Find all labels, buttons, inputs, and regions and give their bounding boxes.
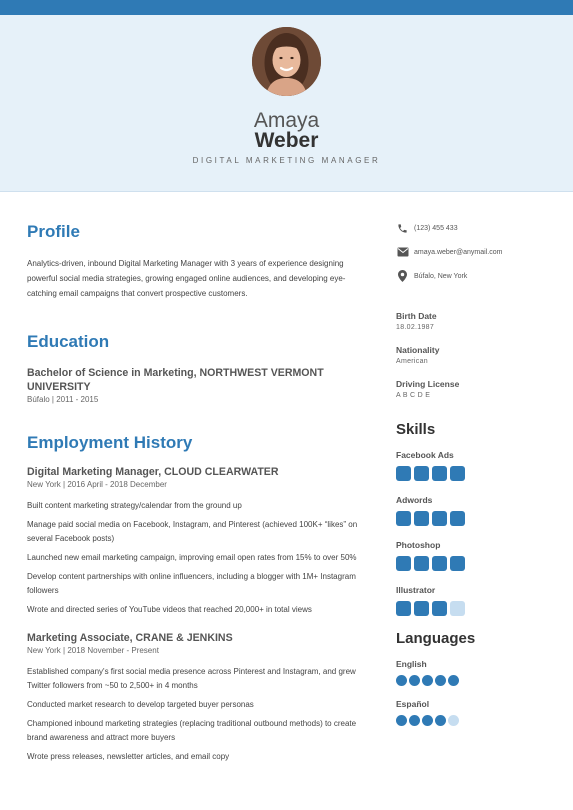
rating-square-filled	[450, 556, 465, 571]
degree-meta: Búfalo | 2011 - 2015	[27, 395, 99, 404]
rating-square-filled	[396, 466, 411, 481]
phone-number[interactable]: (123) 455 433	[414, 225, 458, 232]
side-column: (123) 455 433 amaya.weber@anymail.com Bú…	[396, 222, 556, 739]
job-bullets: Built content marketing strategy/calenda…	[27, 499, 372, 617]
detail-birth-date: Birth Date 18.02.1987	[396, 311, 556, 331]
skills-list: Facebook Ads Adwords Photoshop Illustrator	[396, 450, 556, 616]
rating-square-filled	[432, 556, 447, 571]
job-bullets: Established company's first social media…	[27, 665, 372, 764]
location-text: Búfalo, New York	[414, 272, 468, 280]
rating-dot-filled	[435, 675, 446, 686]
profile-text: Analytics-driven, inbound Digital Market…	[27, 259, 346, 298]
skill-rating	[396, 556, 556, 571]
rating-square-filled	[450, 466, 465, 481]
job-bullet: Built content marketing strategy/calenda…	[27, 501, 242, 510]
job-bullet: Conducted market research to develop tar…	[27, 700, 254, 709]
map-pin-icon	[396, 270, 409, 282]
rating-square-filled	[414, 466, 429, 481]
rating-dot-filled	[422, 675, 433, 686]
job-title-line: Digital Marketing Manager, CLOUD CLEARWA…	[27, 466, 279, 478]
rating-dot-filled	[435, 715, 446, 726]
rating-dot-empty	[448, 715, 459, 726]
rating-square-filled	[450, 511, 465, 526]
education-heading: Education	[27, 332, 110, 351]
languages-list: English Español	[396, 659, 556, 726]
detail-value: 18.02.1987	[396, 324, 435, 331]
skills-heading: Skills	[396, 421, 436, 438]
rating-square-filled	[396, 556, 411, 571]
job-title-line: Marketing Associate, CRANE & JENKINS	[27, 632, 233, 644]
rating-square-filled	[432, 466, 447, 481]
languages-heading: Languages	[396, 630, 476, 647]
rating-dot-filled	[422, 715, 433, 726]
degree-title: Bachelor of Science in Marketing, NORTHW…	[27, 367, 324, 393]
rating-dot-filled	[396, 675, 407, 686]
rating-square-filled	[396, 601, 411, 616]
detail-value: American	[396, 358, 428, 365]
detail-driving-license: Driving License A B C D E	[396, 379, 556, 399]
skill-label: Photoshop	[396, 540, 441, 550]
job-bullet: Wrote press releases, newsletter article…	[27, 752, 230, 761]
detail-nationality: Nationality American	[396, 345, 556, 365]
employment-heading: Employment History	[27, 433, 193, 452]
education-entry: Bachelor of Science in Marketing, NORTHW…	[27, 366, 372, 404]
job-title: DIGITAL MARKETING MANAGER	[192, 156, 381, 165]
rating-dot-filled	[448, 675, 459, 686]
language-rating	[396, 715, 556, 726]
rating-square-filled	[432, 511, 447, 526]
job-entry: Marketing Associate, CRANE & JENKINS New…	[27, 631, 372, 764]
rating-square-filled	[414, 556, 429, 571]
rating-square-filled	[414, 601, 429, 616]
avatar	[252, 27, 321, 96]
contact-location: Búfalo, New York	[396, 270, 556, 282]
resume-header: Amaya Weber DIGITAL MARKETING MANAGER	[0, 15, 573, 192]
rating-square-empty	[450, 601, 465, 616]
phone-icon	[396, 222, 409, 234]
job-bullet: Develop content partnerships with online…	[27, 572, 356, 595]
detail-label: Birth Date	[396, 311, 437, 321]
rating-square-filled	[396, 511, 411, 526]
detail-value: A B C D E	[396, 392, 431, 399]
envelope-icon	[396, 246, 409, 258]
email-address[interactable]: amaya.weber@anymail.com	[414, 249, 502, 256]
job-bullet: Championed inbound marketing strategies …	[27, 719, 357, 742]
job-bullet: Wrote and directed series of YouTube vid…	[27, 605, 312, 614]
contact-phone: (123) 455 433	[396, 222, 556, 234]
job-meta: New York | 2016 April - 2018 December	[27, 480, 167, 489]
detail-label: Driving License	[396, 379, 460, 389]
top-accent-bar	[0, 0, 573, 15]
skill-rating	[396, 601, 556, 616]
skill-rating	[396, 511, 556, 526]
job-bullet: Established company's first social media…	[27, 667, 356, 690]
rating-dot-filled	[409, 675, 420, 686]
language-label: Español	[396, 699, 430, 709]
contact-email: amaya.weber@anymail.com	[396, 246, 556, 258]
profile-heading: Profile	[27, 222, 80, 241]
main-column: Profile Analytics-driven, inbound Digita…	[27, 222, 372, 778]
rating-square-filled	[432, 601, 447, 616]
job-meta: New York | 2018 November - Present	[27, 646, 159, 655]
skill-label: Illustrator	[396, 585, 436, 595]
rating-dot-filled	[409, 715, 420, 726]
last-name: Weber	[254, 129, 319, 152]
rating-square-filled	[414, 511, 429, 526]
language-rating	[396, 675, 556, 686]
skill-rating	[396, 466, 556, 481]
detail-label: Nationality	[396, 345, 440, 355]
job-entry: Digital Marketing Manager, CLOUD CLEARWA…	[27, 465, 372, 617]
rating-dot-filled	[396, 715, 407, 726]
skill-label: Facebook Ads	[396, 450, 454, 460]
language-label: English	[396, 659, 427, 669]
job-bullet: Manage paid social media on Facebook, In…	[27, 520, 358, 543]
skill-label: Adwords	[396, 495, 433, 505]
job-bullet: Launched new email marketing campaign, i…	[27, 553, 357, 562]
